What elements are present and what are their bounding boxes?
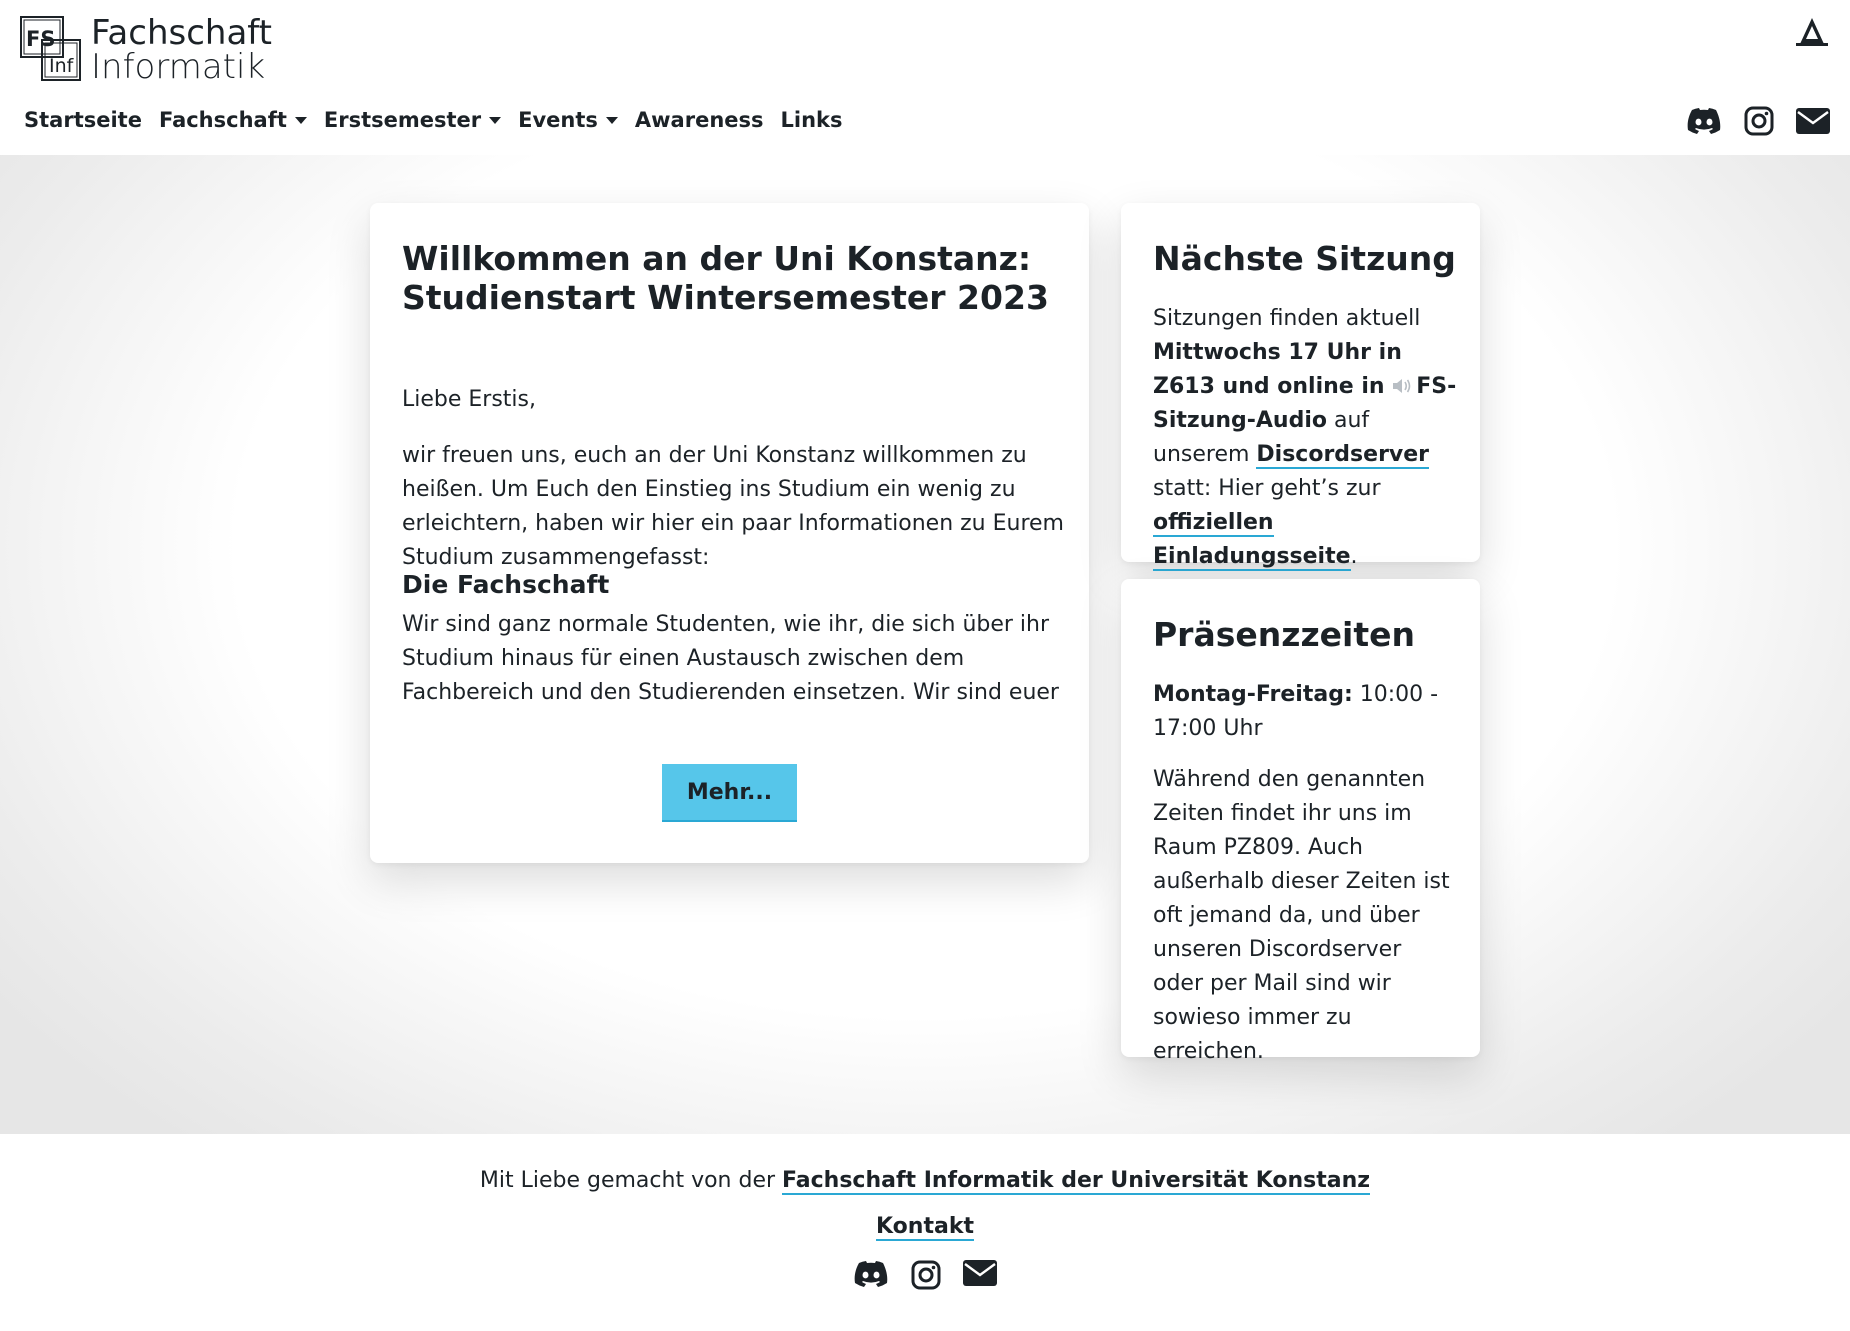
section-text: Wir sind ganz normale Studenten, wie ihr… (402, 612, 1059, 705)
sitzung-text: Sitzungen finden aktuell Mittwochs 17 Uh… (1153, 302, 1463, 574)
nav-label: Links (780, 108, 843, 132)
praesenz-title: Präsenzzeiten (1153, 615, 1416, 654)
footer-credit-text: Mit Liebe gemacht von der (479, 1168, 783, 1193)
instagram-icon[interactable] (911, 1260, 941, 1294)
main-content: Willkommen an der Uni Konstanz: Studiens… (0, 155, 1850, 1134)
nav-label: Startseite (24, 108, 142, 132)
nav-label: Erstsemester (323, 108, 482, 132)
nav-label: Fachschaft (158, 108, 287, 132)
praesenz-hours: Montag-Freitag: 10:00 - 17:00 Uhr (1153, 678, 1463, 746)
footer-fachschaft-link[interactable]: Fachschaft Informatik der Universität Ko… (782, 1168, 1371, 1195)
section-title: Die Fachschaft (402, 570, 610, 599)
caret-down-icon (605, 116, 618, 124)
nav-events[interactable]: Events (518, 108, 618, 132)
nav-label: Awareness (634, 108, 764, 132)
nav-links[interactable]: Links (781, 108, 843, 132)
praesenz-card: Präsenzzeiten Montag-Freitag: 10:00 - 17… (1121, 579, 1480, 1064)
site-header: FS Inf Fachschaft Informatik Startseite … (0, 0, 1850, 155)
nav-fachschaft[interactable]: Fachschaft (159, 108, 307, 132)
main-nav: Startseite Fachschaft Erstsemester Event… (24, 108, 860, 132)
nav-startseite[interactable]: Startseite (24, 108, 142, 132)
sitzung-text-c: statt: Hier geht’s zur (1153, 476, 1381, 501)
nav-label: Events (518, 108, 598, 132)
welcome-greeting: Liebe Erstis, (402, 387, 536, 412)
welcome-card: Willkommen an der Uni Konstanz: Studiens… (370, 203, 1089, 863)
discord-icon[interactable] (1686, 107, 1722, 139)
discord-icon[interactable] (853, 1260, 889, 1294)
sitzung-text-a: Sitzungen finden aktuell (1153, 306, 1421, 331)
site-logo[interactable]: FS Inf Fachschaft Informatik (20, 16, 272, 84)
nav-erstsemester[interactable]: Erstsemester (323, 108, 502, 132)
welcome-title: Willkommen an der Uni Konstanz: Studiens… (402, 239, 1049, 317)
logo-fs-text: FS (26, 27, 55, 51)
sitzung-text-d: . (1350, 544, 1358, 569)
sitzung-card: Nächste Sitzung Sitzungen finden aktuell… (1121, 203, 1480, 571)
logo-inf-text: Inf (49, 55, 75, 77)
invite-page-link[interactable]: offiziellen Einladungsseite (1153, 510, 1351, 571)
footer-contact: Kontakt (0, 1214, 1850, 1241)
footer-social-links (0, 1260, 1850, 1294)
contact-link[interactable]: Kontakt (876, 1214, 974, 1241)
footer-credit: Mit Liebe gemacht von der Fachschaft Inf… (0, 1168, 1850, 1195)
site-footer: Mit Liebe gemacht von der Fachschaft Inf… (0, 1134, 1850, 1331)
discord-server-link[interactable]: Discordserver (1256, 442, 1430, 469)
logo-mark: FS Inf (20, 16, 82, 82)
nav-awareness[interactable]: Awareness (635, 108, 764, 132)
caret-down-icon (489, 116, 502, 124)
mail-icon[interactable] (963, 1260, 997, 1294)
sitzung-bold-a: Mittwochs 17 Uhr in Z613 und online in (1153, 340, 1402, 399)
theme-toggle-icon[interactable] (1794, 16, 1830, 48)
praesenz-label: Montag-Freitag: (1153, 682, 1353, 707)
mail-icon[interactable] (1796, 108, 1830, 138)
more-button[interactable]: Mehr... (662, 764, 797, 822)
logo-line-2: Informatik (91, 47, 266, 87)
instagram-icon[interactable] (1744, 106, 1774, 140)
sitzung-title: Nächste Sitzung (1153, 239, 1456, 278)
caret-down-icon (294, 116, 307, 124)
header-social-links (1686, 106, 1830, 140)
speaker-icon (1392, 372, 1412, 393)
logo-wordmark: Fachschaft Informatik (91, 16, 272, 84)
welcome-intro: wir freuen uns, euch an der Uni Konstanz… (402, 443, 1064, 570)
logo-line-1: Fachschaft (91, 13, 273, 53)
praesenz-text: Während den genannten Zeiten findet ihr … (1153, 767, 1450, 1064)
